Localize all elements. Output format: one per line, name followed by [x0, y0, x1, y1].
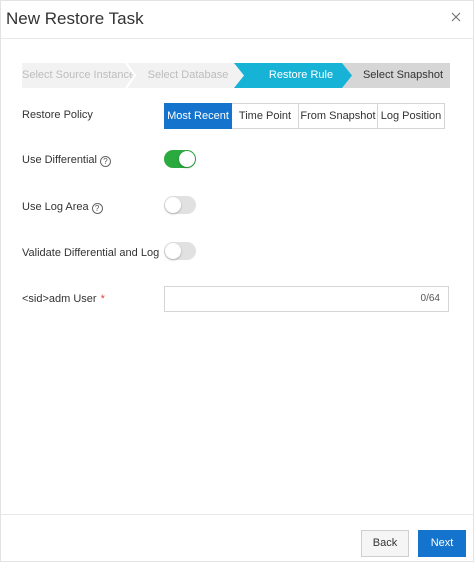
use-differential-toggle[interactable] [164, 150, 196, 168]
option-time-point[interactable]: Time Point [231, 103, 299, 129]
step-select-snapshot: Select Snapshot [342, 63, 450, 88]
adm-user-field[interactable]: 0/64 [164, 286, 449, 312]
char-counter: 0/64 [420, 293, 440, 304]
use-log-area-toggle[interactable] [164, 196, 196, 214]
adm-user-input[interactable] [165, 287, 405, 311]
use-differential-row: Use Differential? [22, 154, 111, 167]
validate-toggle[interactable] [164, 242, 196, 260]
option-log-position[interactable]: Log Position [377, 103, 445, 129]
option-from-snapshot[interactable]: From Snapshot [298, 103, 378, 129]
help-icon[interactable]: ? [100, 156, 111, 167]
toggle-knob [165, 243, 181, 259]
step-label: Select Source Instance [22, 69, 136, 81]
toggle-knob [165, 197, 181, 213]
dialog-header: New Restore Task [1, 1, 474, 39]
dialog-title: New Restore Task [6, 9, 144, 28]
restore-policy-selector: Most Recent Time Point From Snapshot Log… [164, 103, 445, 129]
validate-label: Validate Differential and Log [22, 247, 160, 259]
new-restore-task-dialog: New Restore Task Select Source Instance … [0, 0, 474, 562]
dialog-footer: Back Next [1, 514, 474, 562]
close-icon[interactable] [449, 10, 463, 24]
adm-user-row: <sid>adm User * [22, 293, 105, 305]
use-log-area-label: Use Log Area [22, 201, 89, 213]
use-log-area-row: Use Log Area? [22, 201, 103, 214]
use-differential-label: Use Differential [22, 154, 97, 166]
option-most-recent[interactable]: Most Recent [164, 103, 232, 129]
step-select-database: Select Database [126, 63, 244, 88]
adm-user-label: <sid>adm User [22, 293, 97, 305]
next-button[interactable]: Next [418, 530, 466, 557]
help-icon[interactable]: ? [91, 203, 103, 214]
toggle-knob [179, 151, 195, 167]
wizard-steps: Select Source Instance Select Database R… [22, 63, 450, 88]
back-button[interactable]: Back [361, 530, 409, 557]
required-mark: * [100, 293, 105, 305]
step-select-source-instance: Select Source Instance [22, 63, 136, 88]
step-label: Select Database [147, 69, 229, 81]
step-label: Select Snapshot [362, 69, 444, 81]
restore-policy-label: Restore Policy [22, 109, 93, 121]
